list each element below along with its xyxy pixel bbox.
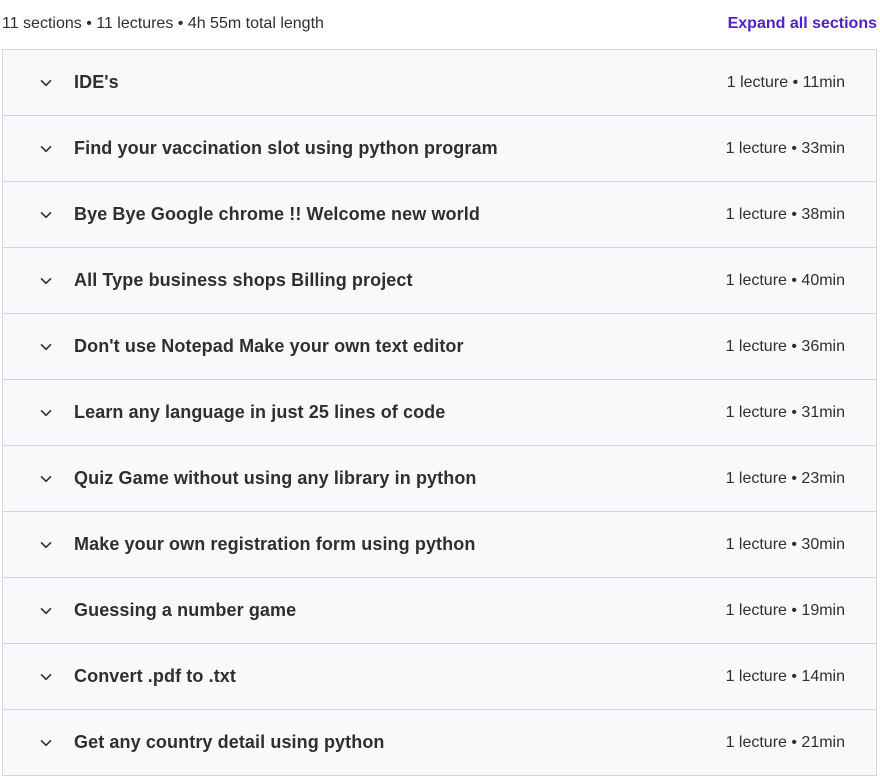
section-title: Convert .pdf to .txt bbox=[74, 666, 236, 686]
chevron-down-icon bbox=[39, 208, 53, 222]
section-title: Find your vaccination slot using python … bbox=[74, 138, 498, 158]
curriculum-section-1[interactable]: IDE's 1 lecture • 11min bbox=[3, 50, 876, 116]
chevron-down-icon bbox=[39, 472, 53, 486]
section-meta: 1 lecture • 23min bbox=[725, 469, 845, 487]
chevron-down-icon bbox=[39, 142, 53, 156]
chevron-down-icon bbox=[39, 406, 53, 420]
section-meta: 1 lecture • 14min bbox=[725, 667, 845, 685]
chevron-down-icon bbox=[39, 538, 53, 552]
chevron-down-icon bbox=[39, 76, 53, 90]
course-content-page: 11 sections • 11 lectures • 4h 55m total… bbox=[0, 0, 880, 779]
section-meta: 1 lecture • 21min bbox=[725, 733, 845, 751]
section-title: Get any country detail using python bbox=[74, 732, 385, 752]
curriculum-summary-bar: 11 sections • 11 lectures • 4h 55m total… bbox=[0, 0, 880, 48]
section-title: All Type business shops Billing project bbox=[74, 270, 413, 290]
curriculum-section-3[interactable]: Bye Bye Google chrome !! Welcome new wor… bbox=[3, 182, 876, 248]
curriculum-summary: 11 sections • 11 lectures • 4h 55m total… bbox=[2, 15, 324, 32]
expand-all-sections-button[interactable]: Expand all sections bbox=[728, 15, 877, 33]
section-title: Quiz Game without using any library in p… bbox=[74, 468, 477, 488]
curriculum-section-4[interactable]: All Type business shops Billing project … bbox=[3, 248, 876, 314]
section-meta: 1 lecture • 19min bbox=[725, 601, 845, 619]
curriculum-section-10[interactable]: Convert .pdf to .txt 1 lecture • 14min bbox=[3, 644, 876, 710]
curriculum-section-6[interactable]: Learn any language in just 25 lines of c… bbox=[3, 380, 876, 446]
chevron-down-icon bbox=[39, 340, 53, 354]
curriculum-section-9[interactable]: Guessing a number game 1 lecture • 19min bbox=[3, 578, 876, 644]
section-meta: 1 lecture • 36min bbox=[725, 337, 845, 355]
section-meta: 1 lecture • 40min bbox=[725, 271, 845, 289]
section-meta: 1 lecture • 30min bbox=[725, 535, 845, 553]
section-meta: 1 lecture • 38min bbox=[725, 205, 845, 223]
curriculum-section-11[interactable]: Get any country detail using python 1 le… bbox=[3, 710, 876, 776]
section-title: Make your own registration form using py… bbox=[74, 534, 476, 554]
section-title: Guessing a number game bbox=[74, 600, 297, 620]
chevron-down-icon bbox=[39, 736, 53, 750]
curriculum-section-5[interactable]: Don't use Notepad Make your own text edi… bbox=[3, 314, 876, 380]
section-meta: 1 lecture • 11min bbox=[726, 73, 845, 91]
curriculum-sections: IDE's 1 lecture • 11min Find your vaccin… bbox=[2, 49, 877, 776]
section-meta: 1 lecture • 31min bbox=[725, 403, 845, 421]
curriculum-section-2[interactable]: Find your vaccination slot using python … bbox=[3, 116, 876, 182]
chevron-down-icon bbox=[39, 604, 53, 618]
section-title: IDE's bbox=[74, 72, 119, 92]
section-title: Bye Bye Google chrome !! Welcome new wor… bbox=[74, 204, 480, 224]
section-title: Learn any language in just 25 lines of c… bbox=[74, 402, 446, 422]
section-title: Don't use Notepad Make your own text edi… bbox=[74, 336, 464, 356]
curriculum-section-8[interactable]: Make your own registration form using py… bbox=[3, 512, 876, 578]
chevron-down-icon bbox=[39, 670, 53, 684]
section-meta: 1 lecture • 33min bbox=[725, 139, 845, 157]
chevron-down-icon bbox=[39, 274, 53, 288]
curriculum-section-7[interactable]: Quiz Game without using any library in p… bbox=[3, 446, 876, 512]
